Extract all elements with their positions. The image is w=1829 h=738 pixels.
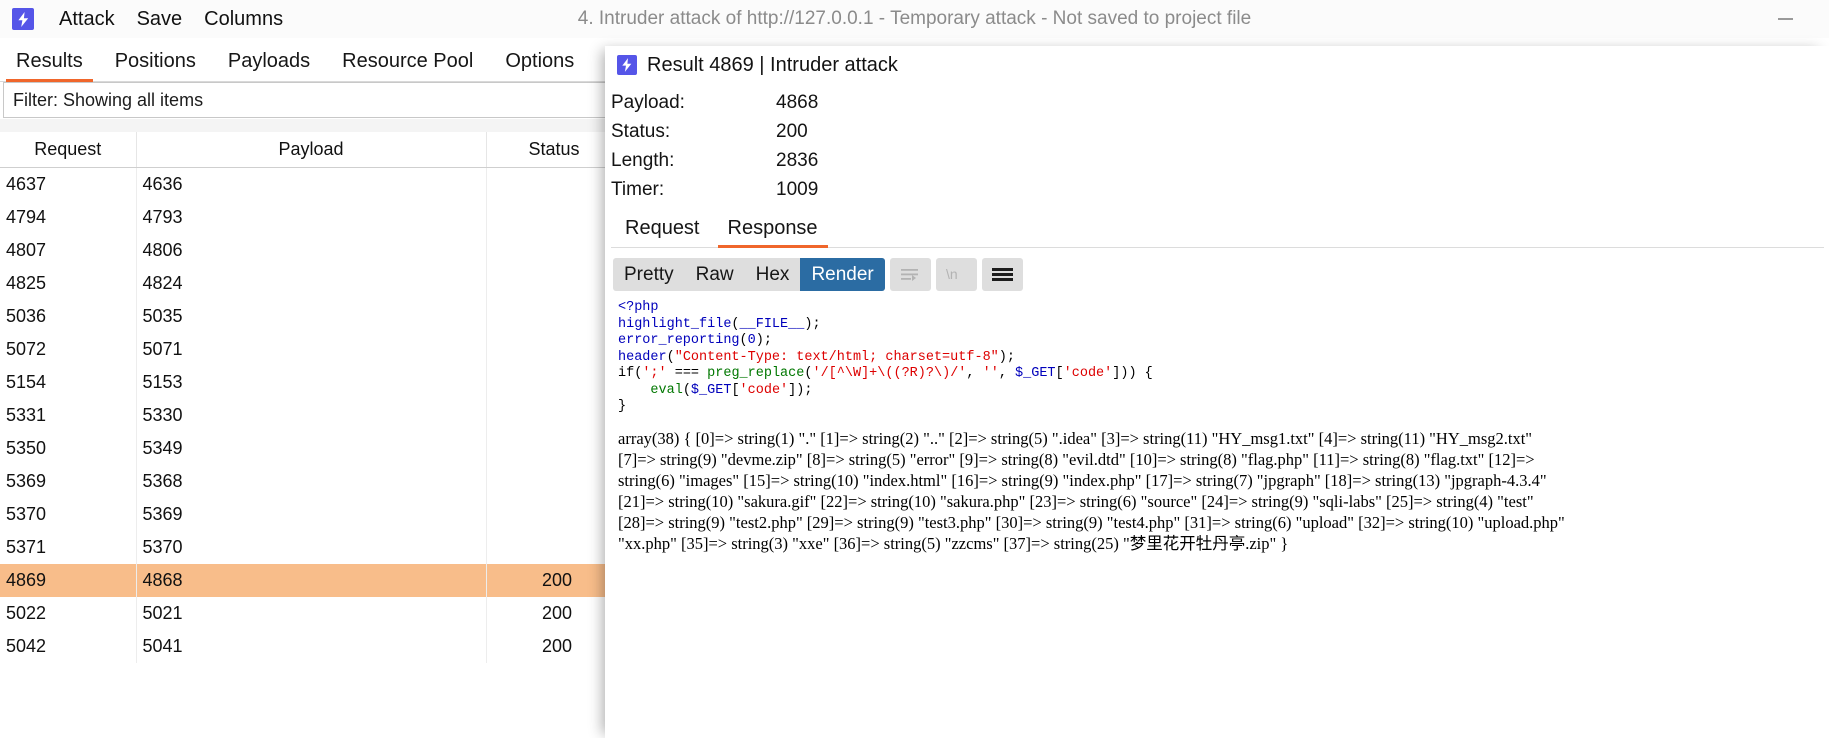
cell-request: 5331: [0, 399, 136, 432]
metadata-label-length: Length:: [611, 150, 776, 172]
tab-payloads[interactable]: Payloads: [212, 50, 326, 81]
word-wrap-icon[interactable]: [890, 258, 931, 291]
menu-item-save[interactable]: Save: [126, 0, 194, 38]
result-window-titlebar: Result 4869 | Intruder attack: [605, 46, 1829, 84]
minimize-button[interactable]: [1765, 0, 1805, 38]
burp-lightning-icon: [12, 8, 34, 30]
cell-request: 5072: [0, 333, 136, 366]
cell-request: 5369: [0, 465, 136, 498]
metadata-row-timer: Timer: 1009: [611, 175, 1829, 204]
metadata-label-status: Status:: [611, 121, 776, 143]
tab-positions[interactable]: Positions: [99, 50, 212, 81]
metadata-value-status: 200: [776, 121, 808, 143]
cell-payload: 4806: [136, 234, 486, 267]
metadata-row-length: Length: 2836: [611, 146, 1829, 175]
response-view-toolbar: Pretty Raw Hex Render \n: [613, 258, 1829, 291]
cell-request: 4825: [0, 267, 136, 300]
cell-status: [486, 234, 622, 267]
php-source-code: <?php highlight_file(__FILE__); error_re…: [613, 300, 1826, 416]
request-response-tabs: Request Response: [611, 210, 1824, 248]
cell-request: 5036: [0, 300, 136, 333]
cell-status: [486, 168, 622, 202]
result-window-title: Result 4869 | Intruder attack: [647, 54, 898, 77]
metadata-label-timer: Timer:: [611, 179, 776, 201]
result-detail-window: Result 4869 | Intruder attack Payload: 4…: [605, 46, 1829, 738]
hamburger-menu-icon[interactable]: [982, 258, 1023, 291]
svg-text:\n: \n: [946, 266, 958, 282]
cell-request: 4807: [0, 234, 136, 267]
cell-status: 200: [486, 630, 622, 663]
cell-request: 4637: [0, 168, 136, 202]
metadata-value-timer: 1009: [776, 179, 818, 201]
cell-payload: 5369: [136, 498, 486, 531]
metadata-row-status: Status: 200: [611, 117, 1829, 146]
cell-status: [486, 465, 622, 498]
tab-request[interactable]: Request: [611, 217, 714, 247]
cell-payload: 5330: [136, 399, 486, 432]
response-render-body[interactable]: <?php highlight_file(__FILE__); error_re…: [613, 300, 1826, 700]
tab-resource-pool[interactable]: Resource Pool: [326, 50, 489, 81]
view-mode-render[interactable]: Render: [800, 258, 884, 291]
tab-response[interactable]: Response: [714, 217, 832, 247]
column-header-request[interactable]: Request: [0, 132, 136, 168]
show-newlines-icon[interactable]: \n: [936, 258, 977, 291]
view-mode-raw[interactable]: Raw: [685, 258, 745, 291]
cell-status: [486, 333, 622, 366]
tab-options[interactable]: Options: [489, 50, 590, 81]
cell-request: 5370: [0, 498, 136, 531]
php-array-dump: array(38) { [0]=> string(1) "." [1]=> st…: [613, 428, 1826, 554]
cell-payload: 5071: [136, 333, 486, 366]
cell-status: [486, 498, 622, 531]
metadata-label-payload: Payload:: [611, 92, 776, 114]
cell-status: [486, 300, 622, 333]
cell-request: 5371: [0, 531, 136, 564]
cell-status: 200: [486, 597, 622, 630]
result-metadata: Payload: 4868 Status: 200 Length: 2836 T…: [611, 88, 1829, 204]
metadata-value-length: 2836: [776, 150, 818, 172]
metadata-value-payload: 4868: [776, 92, 818, 114]
metadata-row-payload: Payload: 4868: [611, 88, 1829, 117]
cell-status: [486, 267, 622, 300]
filter-label: Filter: Showing all items: [4, 90, 203, 111]
cell-payload: 5349: [136, 432, 486, 465]
cell-request: 4794: [0, 201, 136, 234]
cell-status: [486, 531, 622, 564]
column-header-payload[interactable]: Payload: [136, 132, 486, 168]
cell-status: [486, 366, 622, 399]
cell-request: 4869: [0, 564, 136, 597]
cell-payload: 5041: [136, 630, 486, 663]
menu-item-columns[interactable]: Columns: [193, 0, 294, 38]
view-mode-segmented-control: Pretty Raw Hex Render: [613, 258, 885, 291]
cell-payload: 4636: [136, 168, 486, 202]
column-header-status[interactable]: Status: [486, 132, 622, 168]
tab-results[interactable]: Results: [0, 50, 99, 81]
cell-request: 5042: [0, 630, 136, 663]
cell-payload: 4868: [136, 564, 486, 597]
view-mode-pretty[interactable]: Pretty: [613, 258, 685, 291]
cell-request: 5154: [0, 366, 136, 399]
cell-payload: 5153: [136, 366, 486, 399]
cell-payload: 5035: [136, 300, 486, 333]
burp-intruder-window: Attack Save Columns 4. Intruder attack o…: [0, 0, 1829, 738]
menu-bar: Attack Save Columns 4. Intruder attack o…: [0, 0, 1829, 39]
burp-lightning-icon: [617, 55, 637, 75]
cell-status: [486, 399, 622, 432]
cell-payload: 5368: [136, 465, 486, 498]
cell-status: [486, 201, 622, 234]
cell-status: 200: [486, 564, 622, 597]
cell-request: 5350: [0, 432, 136, 465]
cell-request: 5022: [0, 597, 136, 630]
cell-payload: 5370: [136, 531, 486, 564]
cell-payload: 4824: [136, 267, 486, 300]
cell-payload: 4793: [136, 201, 486, 234]
cell-payload: 5021: [136, 597, 486, 630]
view-mode-hex[interactable]: Hex: [745, 258, 801, 291]
menu-item-attack[interactable]: Attack: [48, 0, 126, 38]
cell-status: [486, 432, 622, 465]
